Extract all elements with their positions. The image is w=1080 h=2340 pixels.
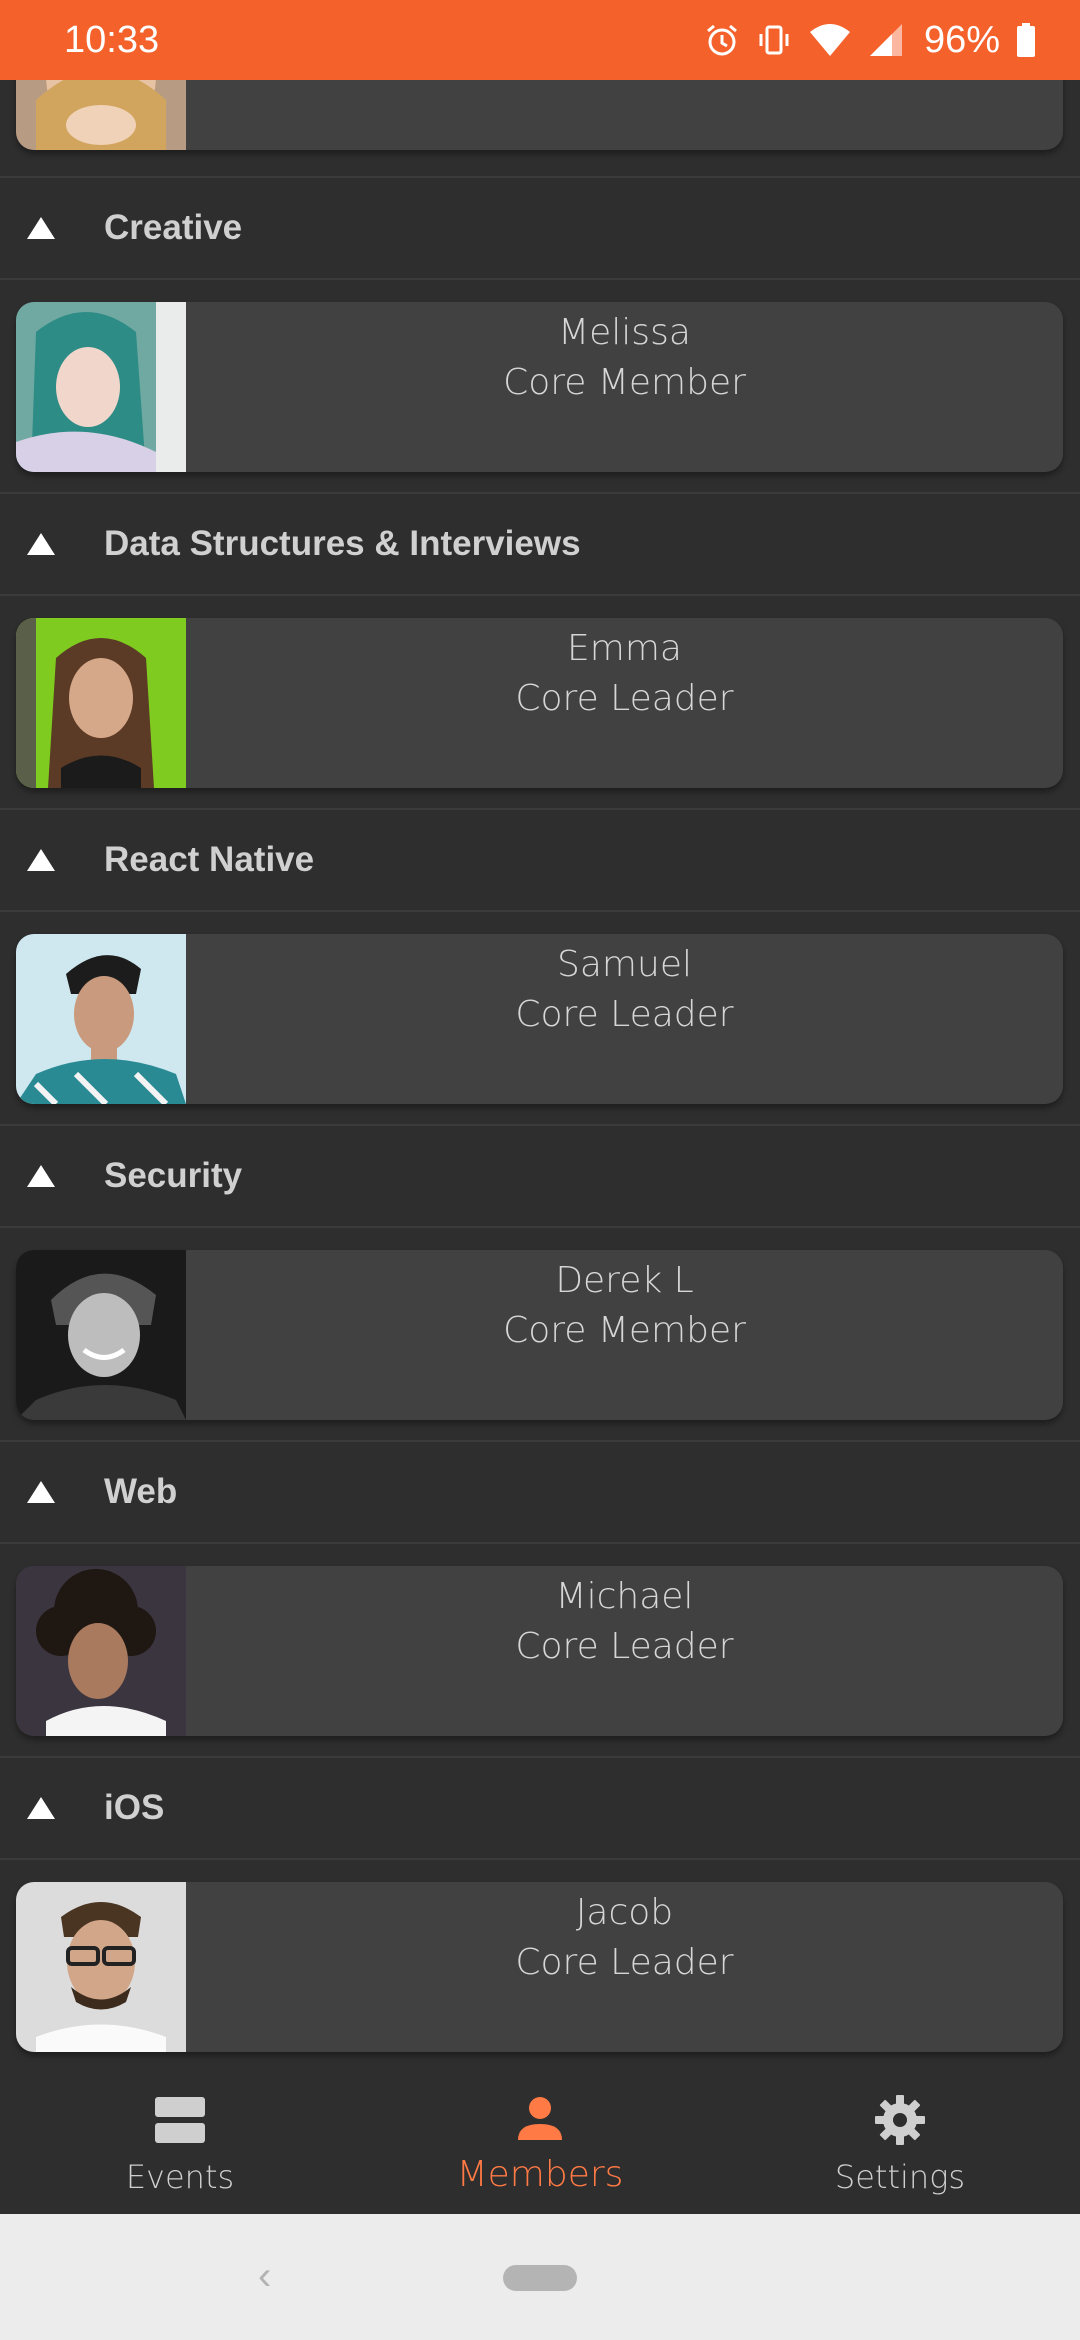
gear-icon xyxy=(872,2092,928,2148)
member-photo xyxy=(16,80,186,150)
alarm-icon xyxy=(704,22,740,58)
vibrate-icon xyxy=(756,22,792,58)
section-title: Creative xyxy=(104,208,243,247)
nav-members[interactable]: Members xyxy=(360,2070,720,2214)
divider xyxy=(0,1542,1080,1544)
member-name: Melissa xyxy=(558,312,691,353)
member-role: Core Member xyxy=(503,362,746,403)
status-icons: 96% xyxy=(704,19,1036,62)
wifi-icon xyxy=(808,22,852,58)
back-chevron-icon[interactable]: ‹ xyxy=(258,2254,271,2299)
nav-settings[interactable]: Settings xyxy=(720,2070,1080,2214)
member-name: Michael xyxy=(555,1576,694,1617)
status-time: 10:33 xyxy=(64,18,160,61)
member-info: Jacob Core Leader xyxy=(186,1882,1063,2052)
member-name: Samuel xyxy=(557,944,692,985)
member-photo xyxy=(16,1882,186,2052)
section-header-react-native[interactable]: React Native xyxy=(0,810,1080,910)
member-role: Core Leader xyxy=(515,678,734,719)
section-title: React Native xyxy=(104,840,315,879)
member-card[interactable]: Melissa Core Member xyxy=(16,302,1063,472)
member-card[interactable]: Michael Core Leader xyxy=(16,1566,1063,1736)
section-title: Data Structures & Interviews xyxy=(104,524,581,563)
member-card[interactable]: Derek L Core Member xyxy=(16,1250,1063,1420)
section-header-ios[interactable]: iOS xyxy=(0,1758,1080,1858)
member-card-partial[interactable] xyxy=(16,80,1063,150)
collapse-triangle-icon xyxy=(27,849,55,871)
section-header-creative[interactable]: Creative xyxy=(0,178,1080,278)
member-photo xyxy=(16,618,186,788)
member-name: Jacob xyxy=(575,1892,674,1933)
section-header-data-structures[interactable]: Data Structures & Interviews xyxy=(0,494,1080,594)
member-role: Core Leader xyxy=(515,1942,734,1983)
member-info: Melissa Core Member xyxy=(186,302,1063,472)
nav-label: Settings xyxy=(834,2158,966,2196)
divider xyxy=(0,278,1080,280)
members-list[interactable]: Creative Melissa Core Member Data Struct… xyxy=(0,80,1080,2070)
nav-label: Members xyxy=(456,2154,624,2195)
nav-events[interactable]: Events xyxy=(0,2070,360,2214)
battery-percent: 96% xyxy=(923,18,1000,61)
member-info: Michael Core Leader xyxy=(186,1566,1063,1736)
status-bar: 10:33 96% xyxy=(0,0,1080,80)
member-name: Derek L xyxy=(555,1260,694,1301)
home-pill-button[interactable] xyxy=(503,2265,577,2291)
divider xyxy=(0,910,1080,912)
member-info: Derek L Core Member xyxy=(186,1250,1063,1420)
system-nav-bar: ‹ xyxy=(0,2214,1080,2340)
collapse-triangle-icon xyxy=(27,1797,55,1819)
bottom-nav: Events Members Settings xyxy=(0,2070,1080,2214)
member-role: Core Member xyxy=(503,1310,746,1351)
section-title: Web xyxy=(104,1472,178,1511)
collapse-triangle-icon xyxy=(27,1165,55,1187)
section-title: Security xyxy=(104,1156,243,1195)
collapse-triangle-icon xyxy=(27,217,55,239)
member-photo xyxy=(16,934,186,1104)
member-card[interactable]: Emma Core Leader xyxy=(16,618,1063,788)
member-photo xyxy=(16,302,186,472)
divider xyxy=(0,1226,1080,1228)
person-icon xyxy=(512,2092,568,2148)
member-photo xyxy=(16,1250,186,1420)
member-name: Emma xyxy=(567,628,682,669)
signal-icon xyxy=(868,22,904,58)
member-info: Emma Core Leader xyxy=(186,618,1063,788)
divider xyxy=(0,1858,1080,1860)
member-card[interactable]: Jacob Core Leader xyxy=(16,1882,1063,2052)
section-title: iOS xyxy=(104,1788,165,1827)
divider xyxy=(0,594,1080,596)
section-header-security[interactable]: Security xyxy=(0,1126,1080,1226)
member-card[interactable]: Samuel Core Leader xyxy=(16,934,1063,1104)
member-role: Core Leader xyxy=(515,994,734,1035)
collapse-triangle-icon xyxy=(27,1481,55,1503)
nav-label: Events xyxy=(125,2158,235,2196)
member-role: Core Leader xyxy=(515,1626,734,1667)
collapse-triangle-icon xyxy=(27,533,55,555)
member-info: Samuel Core Leader xyxy=(186,934,1063,1104)
battery-icon xyxy=(1016,22,1036,58)
events-icon xyxy=(152,2092,208,2148)
section-header-web[interactable]: Web xyxy=(0,1442,1080,1542)
member-photo xyxy=(16,1566,186,1736)
